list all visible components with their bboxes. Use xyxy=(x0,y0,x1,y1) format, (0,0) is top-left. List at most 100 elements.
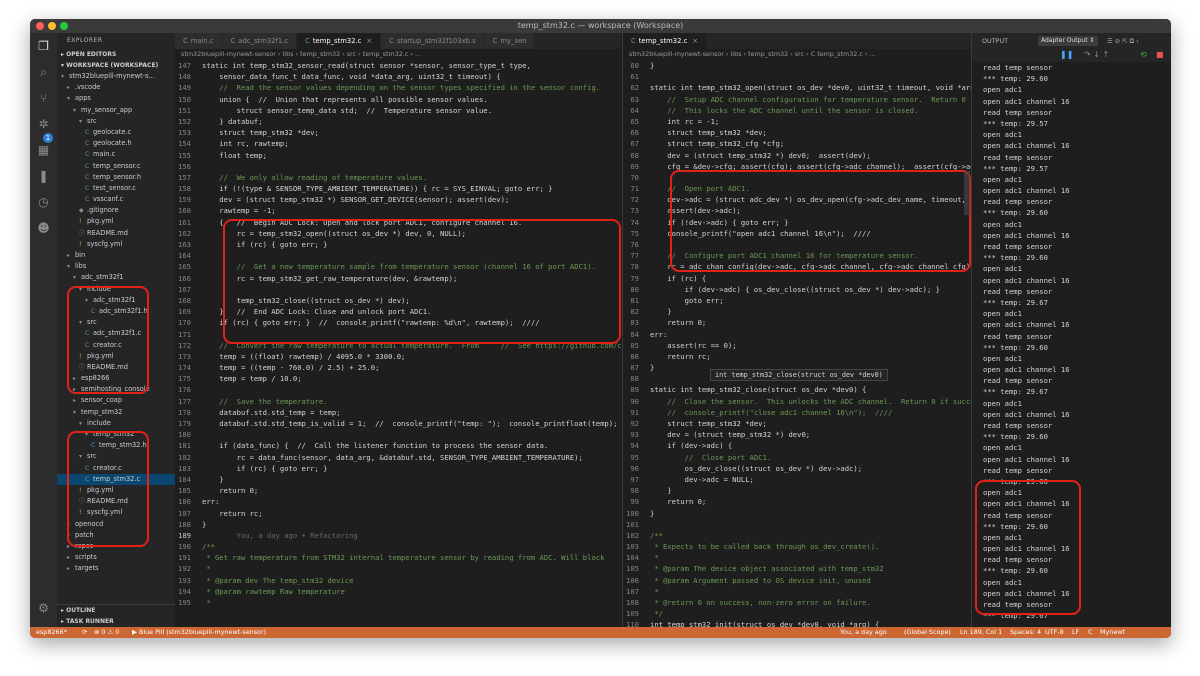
tree-item[interactable]: ◆ .gitignore xyxy=(57,205,175,216)
tree-item[interactable]: ▸ targets xyxy=(57,563,175,574)
git-blame[interactable]: You, a day ago xyxy=(840,627,887,638)
output-toolbar-icons[interactable]: ☰ ⊘ ⇱ ⧉ ‹ xyxy=(1107,33,1139,49)
code-line[interactable]: 66 struct temp_stm32 *dev; xyxy=(623,127,971,138)
code-line[interactable]: 181 if (data_func) { // Call the listene… xyxy=(175,440,621,451)
code-line[interactable]: 187 return rc; xyxy=(175,508,621,519)
code-line[interactable]: 91 // console_printf("close adc1 channel… xyxy=(623,407,971,418)
section-outline[interactable]: ▸ OUTLINE xyxy=(57,605,175,616)
tree-item[interactable]: Ctemp_sensor.c xyxy=(57,161,175,172)
code-line[interactable]: 157 // We only allow reading of temperat… xyxy=(175,172,621,183)
indentation[interactable]: Spaces: 4 xyxy=(1010,627,1041,638)
code-line[interactable]: 147 static int temp_stm32_sensor_read(str… xyxy=(175,60,621,71)
code-line[interactable]: 96 os_dev_close((struct os_dev *) dev->a… xyxy=(623,463,971,474)
code-line[interactable]: 154 int rc, rawtemp; xyxy=(175,138,621,149)
code-line[interactable]: 156 xyxy=(175,161,621,172)
encoding[interactable]: UTF-8 xyxy=(1045,627,1064,638)
code-line[interactable]: 94 if (dev->adc) { xyxy=(623,440,971,451)
close-tab-icon[interactable]: × xyxy=(366,37,372,45)
code-line[interactable]: 65 int rc = -1; xyxy=(623,116,971,127)
code-line[interactable]: 104 * xyxy=(623,552,971,563)
language-mode[interactable]: C xyxy=(1088,627,1092,638)
alien-icon[interactable]: ☻ xyxy=(36,221,51,236)
tree-item[interactable]: ▸ .vscode xyxy=(57,82,175,93)
debug-icon[interactable]: ✲ xyxy=(36,117,51,132)
code-line[interactable]: 84 err: xyxy=(623,329,971,340)
code-line[interactable]: 85 assert(rc == 0); xyxy=(623,340,971,351)
editor-tab[interactable]: Cmy_sen xyxy=(484,33,536,49)
code-line[interactable]: 68 dev = (struct temp_stm32 *) dev0; ass… xyxy=(623,150,971,161)
code-line[interactable]: 89 static int temp_stm32_close(struct os_… xyxy=(623,384,971,395)
tree-item[interactable]: ▸ sensor_coap xyxy=(57,395,175,406)
pause-icon[interactable]: ❚❚ xyxy=(1060,50,1073,59)
code-line[interactable]: 180 xyxy=(175,429,621,440)
tree-item[interactable]: Cgeolocate.h xyxy=(57,138,175,149)
code-line[interactable]: 158 if (!(type & SENSOR_TYPE_AMBIENT_TEM… xyxy=(175,183,621,194)
code-line[interactable]: 82 } xyxy=(623,306,971,317)
code-line[interactable]: 153 struct temp_stm32 *dev; xyxy=(175,127,621,138)
code-line[interactable]: 83 return 0; xyxy=(623,317,971,328)
tree-item[interactable]: ▾ apps xyxy=(57,93,175,104)
code-line[interactable]: 110 int temp_stm32_init(struct os_dev *de… xyxy=(623,619,971,627)
code-line[interactable]: 109 */ xyxy=(623,608,971,619)
code-line[interactable]: 100} xyxy=(623,508,971,519)
code-line[interactable]: 155 float temp; xyxy=(175,150,621,161)
tree-item[interactable]: ▸ scripts xyxy=(57,552,175,563)
code-line[interactable]: 194 * @param rawtemp Raw temperature xyxy=(175,586,621,597)
tree-item[interactable]: Ctemp_sensor.h xyxy=(57,172,175,183)
code-line[interactable]: 178 databuf.std.std_temp = temp; xyxy=(175,407,621,418)
editor-tab[interactable]: Ctemp_stm32.c × xyxy=(623,33,708,49)
code-line[interactable]: 106 * @param Argument passed to OS devic… xyxy=(623,575,971,586)
code-line[interactable]: 151 struct sensor_temp_data std; // Temp… xyxy=(175,105,621,116)
tree-item[interactable]: Cgeolocate.c xyxy=(57,127,175,138)
search-icon[interactable]: ⌕ xyxy=(36,65,51,80)
tree-item[interactable]: ▾ my_sensor_app xyxy=(57,105,175,116)
code-line[interactable]: 108 * @return 0 on success, non-zero err… xyxy=(623,597,971,608)
tree-item[interactable]: ⓘ README.md xyxy=(57,228,175,239)
code-line[interactable]: 93 dev = (struct temp_stm32 *) dev0; xyxy=(623,429,971,440)
code-line[interactable]: 173 temp = ((float) rawtemp) / 4095.0 * … xyxy=(175,351,621,362)
git-branch[interactable]: esp8266* xyxy=(36,627,67,638)
bookmark-icon[interactable]: ❚ xyxy=(36,169,51,184)
code-line[interactable]: 188} xyxy=(175,519,621,530)
history-icon[interactable]: ◷ xyxy=(36,195,51,210)
code-line[interactable]: 193 * @param dev The temp_stm32 device xyxy=(175,575,621,586)
code-line[interactable]: 61 xyxy=(623,71,971,82)
code-line[interactable]: 98 } xyxy=(623,485,971,496)
code-line[interactable]: 149 // Read the sensor values depending … xyxy=(175,82,621,93)
editor-tab[interactable]: Cstartup_stm32f103xb.s xyxy=(381,33,485,49)
step-icons[interactable]: ↷ ↓ ↑ xyxy=(1084,50,1109,59)
close-window-button[interactable] xyxy=(36,22,44,30)
section-open-editors[interactable]: ▸ OPEN EDITORS xyxy=(57,49,175,60)
code-line[interactable]: 191 * Get raw temperature from STM32 int… xyxy=(175,552,621,563)
debug-config[interactable]: ▶ Blue Pill (stm32bluepill-mynewt-sensor… xyxy=(132,627,266,638)
code-line[interactable]: 175 temp = temp / 10.0; xyxy=(175,373,621,384)
code-line[interactable]: 67 struct temp_stm32_cfg *cfg; xyxy=(623,138,971,149)
tree-item[interactable]: ▾ temp_stm32 xyxy=(57,407,175,418)
code-line[interactable]: 185 return 0; xyxy=(175,485,621,496)
code-line[interactable]: 176 xyxy=(175,384,621,395)
stop-icon[interactable]: ■ xyxy=(1156,50,1164,59)
editor-tab[interactable]: Ctemp_stm32.c × xyxy=(297,33,382,49)
code-line[interactable]: 105 * @param The device object associate… xyxy=(623,563,971,574)
code-line[interactable]: 79 if (rc) { xyxy=(623,273,971,284)
sync-icon[interactable]: ⟳ xyxy=(82,627,87,638)
tree-item[interactable]: ! syscfg.yml xyxy=(57,239,175,250)
zoom-window-button[interactable] xyxy=(60,22,68,30)
code-line[interactable]: 86 return rc; xyxy=(623,351,971,362)
close-tab-icon[interactable]: × xyxy=(692,37,698,45)
code-line[interactable]: 152 } databuf; xyxy=(175,116,621,127)
section-workspace[interactable]: ▾ WORKSPACE (WORKSPACE) xyxy=(57,60,175,71)
gear-icon[interactable]: ⚙ xyxy=(36,601,51,616)
code-line[interactable]: 160 rawtemp = -1; xyxy=(175,205,621,216)
code-line[interactable]: 99 return 0; xyxy=(623,496,971,507)
code-line[interactable]: 103 * Expects to be called back through … xyxy=(623,541,971,552)
project-name[interactable]: Mynewt xyxy=(1100,627,1125,638)
output-channel-select[interactable]: Adapter Output ⇕ xyxy=(1038,36,1098,46)
editor-scrollbar[interactable] xyxy=(964,171,970,215)
code-line[interactable]: 64 // This locks the ADC channel until t… xyxy=(623,105,971,116)
code-line[interactable]: 182 rc = data_func(sensor, data_arg, &da… xyxy=(175,452,621,463)
code-line[interactable]: 97 dev->adc = NULL; xyxy=(623,474,971,485)
code-line[interactable]: 190 /** xyxy=(175,541,621,552)
code-line[interactable]: 179 databuf.std.std_temp_is_valid = 1; /… xyxy=(175,418,621,429)
code-line[interactable]: 101 xyxy=(623,519,971,530)
